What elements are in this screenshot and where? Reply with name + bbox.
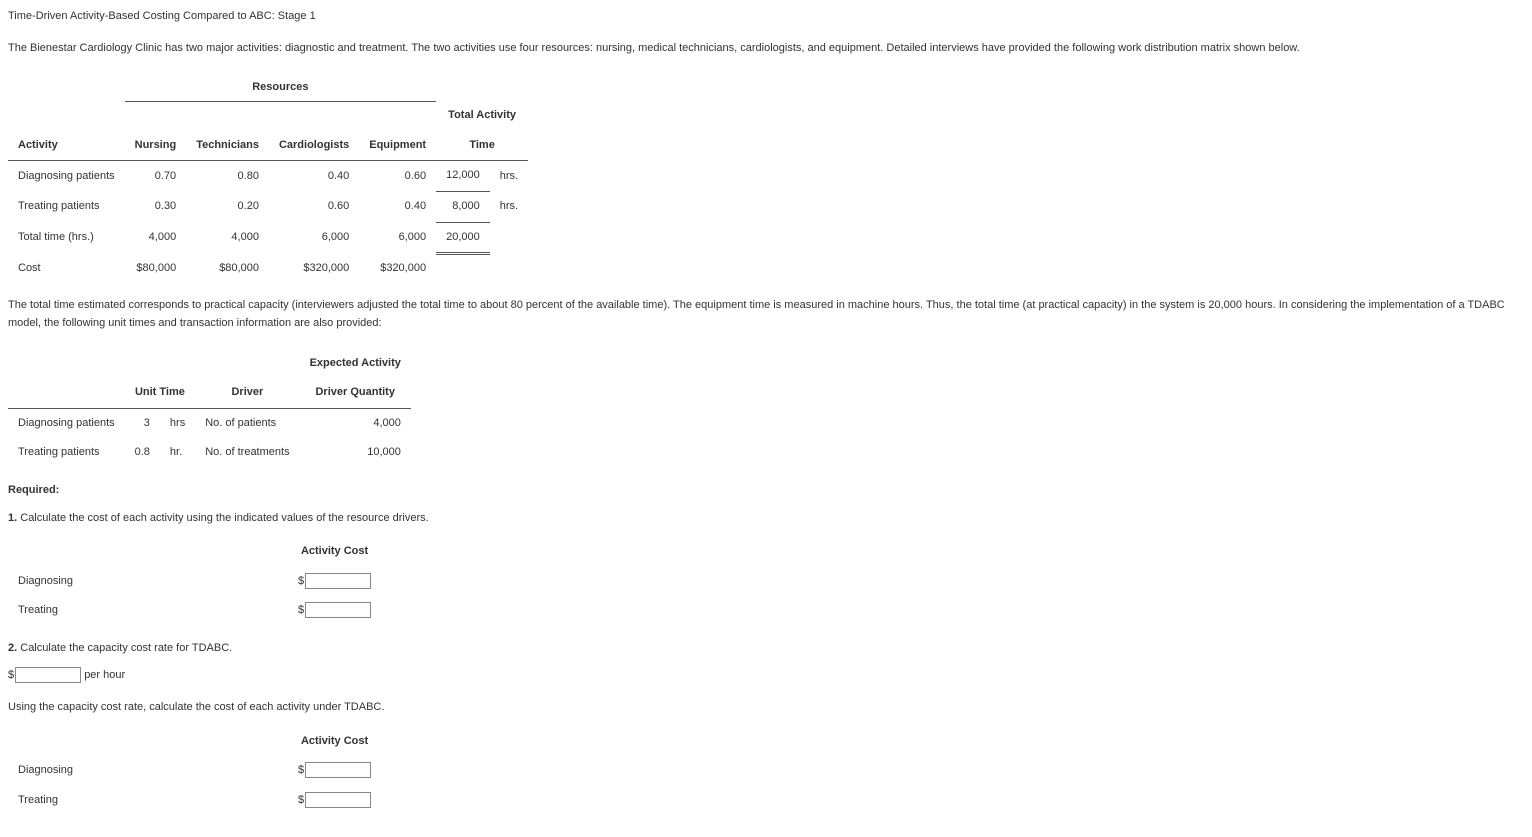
question-2: 2. Calculate the capacity cost rate for … <box>8 640 1524 658</box>
cell: 12,000 <box>436 161 490 192</box>
cell: 0.30 <box>125 192 187 223</box>
row-label: Total time (hrs.) <box>8 222 125 254</box>
table-row: Diagnosing patients 3 hrs No. of patient… <box>8 408 411 438</box>
row-label: Treating patients <box>8 192 125 223</box>
paragraph-2: The total time estimated corresponds to … <box>8 297 1524 332</box>
col-equipment: Equipment <box>359 131 436 161</box>
expected-activity-header: Expected Activity <box>300 349 411 379</box>
activity-cost-header: Activity Cost <box>288 537 381 567</box>
activity-cost-header-2: Activity Cost <box>288 727 381 757</box>
cell: 4,000 <box>300 408 411 438</box>
row-label: Cost <box>8 254 125 284</box>
activity-cost-table-2: Activity Cost Diagnosing $ Treating $ <box>8 727 381 816</box>
capacity-rate-input[interactable] <box>15 667 81 683</box>
q1-text: Calculate the cost of each activity usin… <box>20 512 428 524</box>
cell: 6,000 <box>269 222 359 254</box>
cell: 0.60 <box>269 192 359 223</box>
cell: $80,000 <box>186 254 269 284</box>
table-row: Diagnosing $ <box>8 756 381 786</box>
cell: 4,000 <box>186 222 269 254</box>
cell: 0.60 <box>359 161 436 192</box>
row-label: Treating <box>8 596 288 626</box>
cell-unit: hrs. <box>490 161 528 192</box>
dollar-sign: $ <box>298 764 304 776</box>
resources-header: Resources <box>125 73 436 101</box>
cell: 6,000 <box>359 222 436 254</box>
dollar-sign: $ <box>8 669 14 681</box>
cell-total: 20,000 <box>436 222 490 254</box>
q2-text: Calculate the capacity cost rate for TDA… <box>20 642 232 654</box>
total-activity-header: Total Activity <box>436 101 528 131</box>
cell: $320,000 <box>359 254 436 284</box>
required-label: Required: <box>8 482 1524 500</box>
col-time: Time <box>436 131 528 161</box>
question-2b: Using the capacity cost rate, calculate … <box>8 699 1524 717</box>
col-unit-time: Unit Time <box>125 378 196 408</box>
cell: 3 <box>125 408 160 438</box>
col-technicians: Technicians <box>186 131 269 161</box>
question-1: 1. Calculate the cost of each activity u… <box>8 510 1524 528</box>
cell: $320,000 <box>269 254 359 284</box>
cell: No. of patients <box>195 408 299 438</box>
table-row: Diagnosing $ <box>8 567 381 597</box>
dollar-sign: $ <box>298 604 304 616</box>
table-row: Treating $ <box>8 596 381 626</box>
row-label: Treating <box>8 786 288 816</box>
cell: 0.70 <box>125 161 187 192</box>
cell-unit: hrs. <box>490 192 528 223</box>
q2-number: 2. <box>8 642 17 654</box>
col-driver-qty: Driver Quantity <box>300 378 411 408</box>
table-row: Treating $ <box>8 786 381 816</box>
cell: 0.40 <box>269 161 359 192</box>
row-label: Diagnosing <box>8 567 288 597</box>
table-row: Diagnosing patients 0.70 0.80 0.40 0.60 … <box>8 161 528 192</box>
capacity-rate-row: $ per hour <box>8 667 1524 685</box>
cell: 0.80 <box>186 161 269 192</box>
cell: 0.8 <box>125 438 160 468</box>
row-label: Treating patients <box>8 438 125 468</box>
cell: 0.20 <box>186 192 269 223</box>
treating-cost-input[interactable] <box>305 602 371 618</box>
cell: 10,000 <box>300 438 411 468</box>
col-cardiologists: Cardiologists <box>269 131 359 161</box>
q1-number: 1. <box>8 512 17 524</box>
col-nursing: Nursing <box>125 131 187 161</box>
cell: 8,000 <box>436 192 490 223</box>
cell-unit: hrs <box>160 408 195 438</box>
table-row: Treating patients 0.30 0.20 0.60 0.40 8,… <box>8 192 528 223</box>
row-label: Diagnosing patients <box>8 161 125 192</box>
diagnosing-tdabc-input[interactable] <box>305 762 371 778</box>
treating-tdabc-input[interactable] <box>305 792 371 808</box>
cell: 4,000 <box>125 222 187 254</box>
col-driver: Driver <box>195 378 299 408</box>
row-label: Diagnosing <box>8 756 288 786</box>
intro-paragraph: The Bienestar Cardiology Clinic has two … <box>8 40 1524 58</box>
work-distribution-table: Resources Total Activity Activity Nursin… <box>8 73 528 283</box>
unit-time-table: Expected Activity Unit Time Driver Drive… <box>8 349 411 468</box>
cell: $80,000 <box>125 254 187 284</box>
dollar-sign: $ <box>298 575 304 587</box>
dollar-sign: $ <box>298 794 304 806</box>
activity-cost-table-1: Activity Cost Diagnosing $ Treating $ <box>8 537 381 626</box>
cell: 0.40 <box>359 192 436 223</box>
table-row: Total time (hrs.) 4,000 4,000 6,000 6,00… <box>8 222 528 254</box>
col-activity: Activity <box>8 131 125 161</box>
table-row: Cost $80,000 $80,000 $320,000 $320,000 <box>8 254 528 284</box>
diagnosing-cost-input[interactable] <box>305 573 371 589</box>
page-title: Time-Driven Activity-Based Costing Compa… <box>8 8 1524 26</box>
row-label: Diagnosing patients <box>8 408 125 438</box>
table-row: Treating patients 0.8 hr. No. of treatme… <box>8 438 411 468</box>
cell: No. of treatments <box>195 438 299 468</box>
cell-unit: hr. <box>160 438 195 468</box>
per-hour-label: per hour <box>84 669 125 681</box>
